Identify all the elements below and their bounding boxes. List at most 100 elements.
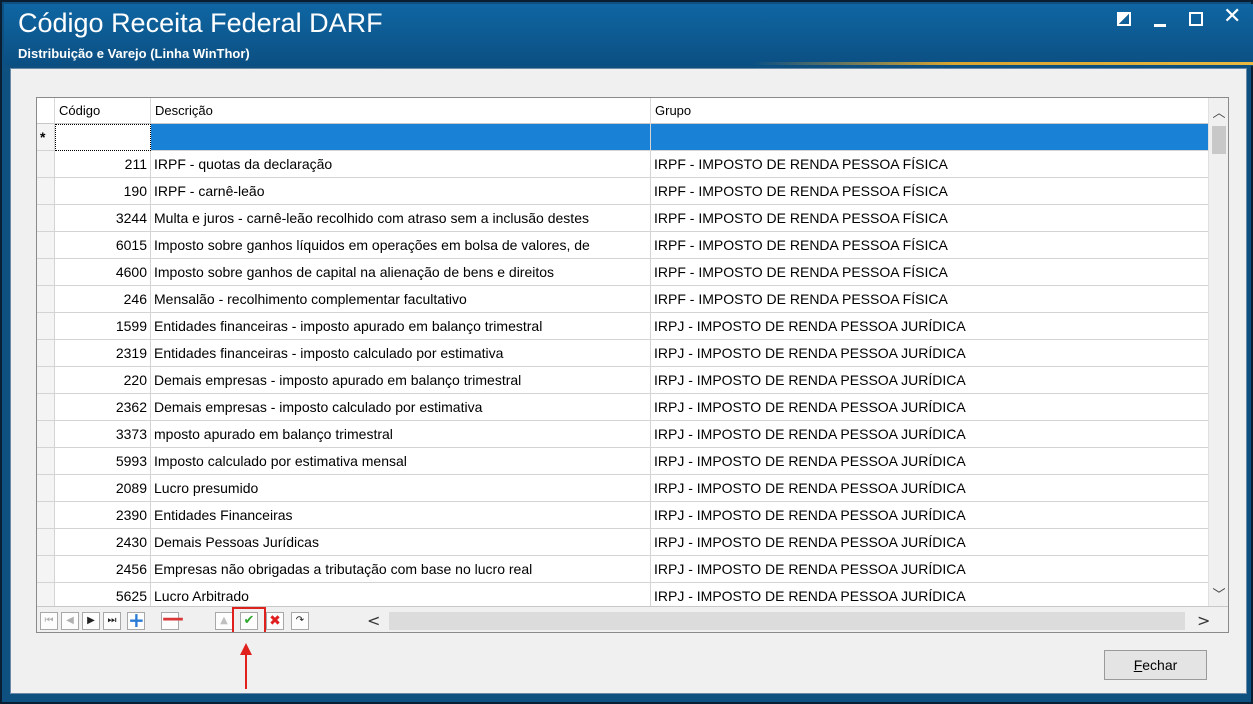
table-row[interactable]: 190 IRPF - carnê-leão IRPF - IMPOSTO DE RE…	[37, 178, 1210, 205]
grupo-cell[interactable]: IRPF - IMPOSTO DE RENDA PESSOA FÍSICA	[651, 232, 1210, 259]
table-row[interactable]: 2362 Demais empresas - imposto calculado …	[37, 394, 1210, 421]
fechar-button[interactable]: Fechar	[1104, 650, 1207, 680]
table-row[interactable]: 5993 Imposto calculado por estimativa men…	[37, 448, 1210, 475]
grupo-cell[interactable]: IRPJ - IMPOSTO DE RENDA PESSOA JURÍDICA	[651, 313, 1210, 340]
table-row[interactable]: 2430 Demais Pessoas Jurídicas IRPJ - IMPOS…	[37, 529, 1210, 556]
new-row-descricao-cell[interactable]	[151, 124, 651, 151]
grupo-cell[interactable]: IRPJ - IMPOSTO DE RENDA PESSOA JURÍDICA	[651, 394, 1210, 421]
grupo-cell[interactable]: IRPF - IMPOSTO DE RENDA PESSOA FÍSICA	[651, 286, 1210, 313]
table-row[interactable]: 211 IRPF - quotas da declaração IRPF - IMP…	[37, 151, 1210, 178]
descricao-cell[interactable]: Entidades financeiras - imposto calculad…	[151, 340, 651, 367]
minimize-button[interactable]	[1151, 10, 1169, 28]
maximize-button[interactable]	[1187, 10, 1205, 28]
table-row[interactable]: 2319 Entidades financeiras - imposto calc…	[37, 340, 1210, 367]
codigo-cell[interactable]: 1599	[55, 313, 151, 340]
row-indicator	[37, 448, 55, 475]
descricao-cell[interactable]: IRPF - quotas da declaração	[151, 151, 651, 178]
grupo-cell[interactable]: IRPJ - IMPOSTO DE RENDA PESSOA JURÍDICA	[651, 475, 1210, 502]
codigo-cell[interactable]: 2390	[55, 502, 151, 529]
table-row[interactable]: 2089 Lucro presumido IRPJ - IMPOSTO DE REN…	[37, 475, 1210, 502]
horizontal-scrollbar[interactable]	[389, 612, 1185, 630]
descricao-cell[interactable]: Multa e juros - carnê-leão recolhido com…	[151, 205, 651, 232]
vertical-scrollbar[interactable]: ︿ ﹀	[1208, 98, 1228, 608]
grid-header: Código Descrição Grupo	[37, 98, 1210, 124]
row-indicator	[37, 313, 55, 340]
codigo-cell[interactable]: 5993	[55, 448, 151, 475]
vertical-scroll-thumb[interactable]	[1212, 126, 1226, 154]
close-button[interactable]: ✕	[1223, 4, 1241, 29]
codigo-cell[interactable]: 3244	[55, 205, 151, 232]
restore-button[interactable]	[1115, 10, 1133, 28]
table-row[interactable]: 6015 Imposto sobre ganhos líquidos em ope…	[37, 232, 1210, 259]
new-row[interactable]: *	[37, 124, 1210, 151]
codigo-cell[interactable]: 246	[55, 286, 151, 313]
descricao-cell[interactable]: mposto apurado em balanço trimestral	[151, 421, 651, 448]
table-row[interactable]: 4600 Imposto sobre ganhos de capital na a…	[37, 259, 1210, 286]
codigo-cell[interactable]: 220	[55, 367, 151, 394]
table-row[interactable]: 2456 Empresas não obrigadas a tributação …	[37, 556, 1210, 583]
table-row[interactable]: 3373 mposto apurado em balanço trimestral…	[37, 421, 1210, 448]
table-row[interactable]: 3244 Multa e juros - carnê-leão recolhido…	[37, 205, 1210, 232]
descricao-cell[interactable]: Lucro presumido	[151, 475, 651, 502]
grupo-cell[interactable]: IRPJ - IMPOSTO DE RENDA PESSOA JURÍDICA	[651, 556, 1210, 583]
table-row[interactable]: 1599 Entidades financeiras - imposto apur…	[37, 313, 1210, 340]
codigo-cell[interactable]: 2089	[55, 475, 151, 502]
codigo-cell[interactable]: 2362	[55, 394, 151, 421]
grupo-cell[interactable]: IRPJ - IMPOSTO DE RENDA PESSOA JURÍDICA	[651, 340, 1210, 367]
next-record-button[interactable]: ▶	[82, 612, 100, 630]
grupo-cell[interactable]: IRPF - IMPOSTO DE RENDA PESSOA FÍSICA	[651, 259, 1210, 286]
scroll-down-icon[interactable]: ﹀	[1209, 584, 1228, 603]
grupo-cell[interactable]: IRPF - IMPOSTO DE RENDA PESSOA FÍSICA	[651, 205, 1210, 232]
codigo-cell[interactable]: 4600	[55, 259, 151, 286]
codigo-cell[interactable]: 3373	[55, 421, 151, 448]
descricao-cell[interactable]: Mensalão - recolhimento complementar fac…	[151, 286, 651, 313]
cancel-record-button[interactable]: ✖	[266, 612, 284, 630]
descricao-cell[interactable]: IRPF - carnê-leão	[151, 178, 651, 205]
insert-record-button[interactable]: +	[127, 610, 145, 630]
row-indicator	[37, 502, 55, 529]
table-row[interactable]: 2390 Entidades Financeiras IRPJ - IMPOSTO …	[37, 502, 1210, 529]
grupo-cell[interactable]: IRPJ - IMPOSTO DE RENDA PESSOA JURÍDICA	[651, 448, 1210, 475]
codigo-cell[interactable]: 2319	[55, 340, 151, 367]
codigo-cell[interactable]: 2430	[55, 529, 151, 556]
scroll-up-icon[interactable]: ︿	[1209, 102, 1228, 121]
grupo-cell[interactable]: IRPF - IMPOSTO DE RENDA PESSOA FÍSICA	[651, 178, 1210, 205]
table-row[interactable]: 220 Demais empresas - imposto apurado em …	[37, 367, 1210, 394]
grupo-cell[interactable]: IRPF - IMPOSTO DE RENDA PESSOA FÍSICA	[651, 151, 1210, 178]
scroll-right-icon[interactable]: >	[1197, 611, 1210, 630]
descricao-cell[interactable]: Demais empresas - imposto calculado por …	[151, 394, 651, 421]
column-header-grupo[interactable]: Grupo	[651, 98, 1210, 124]
last-record-button[interactable]: ⏭	[103, 612, 121, 630]
descricao-cell[interactable]: Entidades financeiras - imposto apurado …	[151, 313, 651, 340]
new-row-grupo-cell[interactable]	[651, 124, 1210, 151]
row-indicator: *	[37, 124, 55, 151]
descricao-cell[interactable]: Entidades Financeiras	[151, 502, 651, 529]
codigo-cell[interactable]: 190	[55, 178, 151, 205]
fechar-accelerator: F	[1133, 657, 1143, 673]
delete-record-button[interactable]: —	[161, 608, 184, 630]
table-row[interactable]: 246 Mensalão - recolhimento complementar …	[37, 286, 1210, 313]
refresh-button[interactable]: ↷	[291, 612, 309, 630]
scroll-left-icon[interactable]: <	[367, 611, 380, 630]
column-header-descricao[interactable]: Descrição	[151, 98, 651, 124]
descricao-cell[interactable]: Demais Pessoas Jurídicas	[151, 529, 651, 556]
edit-record-button[interactable]: ▲	[215, 612, 233, 630]
new-row-codigo-cell[interactable]	[55, 124, 151, 151]
descricao-cell[interactable]: Imposto sobre ganhos líquidos em operaçõ…	[151, 232, 651, 259]
first-record-button[interactable]: ⏮	[40, 612, 58, 630]
descricao-cell[interactable]: Demais empresas - imposto apurado em bal…	[151, 367, 651, 394]
descricao-cell[interactable]: Empresas não obrigadas a tributação com …	[151, 556, 651, 583]
grupo-cell[interactable]: IRPJ - IMPOSTO DE RENDA PESSOA JURÍDICA	[651, 502, 1210, 529]
window-subtitle: Distribuição e Varejo (Linha WinThor)	[18, 46, 250, 61]
prev-record-button[interactable]: ◀	[61, 612, 79, 630]
grupo-cell[interactable]: IRPJ - IMPOSTO DE RENDA PESSOA JURÍDICA	[651, 367, 1210, 394]
darf-grid[interactable]: Código Descrição Grupo * 211 IRPF - quota…	[36, 97, 1229, 633]
column-header-codigo[interactable]: Código	[55, 98, 151, 124]
descricao-cell[interactable]: Imposto sobre ganhos de capital na alien…	[151, 259, 651, 286]
descricao-cell[interactable]: Imposto calculado por estimativa mensal	[151, 448, 651, 475]
codigo-cell[interactable]: 6015	[55, 232, 151, 259]
grupo-cell[interactable]: IRPJ - IMPOSTO DE RENDA PESSOA JURÍDICA	[651, 421, 1210, 448]
grupo-cell[interactable]: IRPJ - IMPOSTO DE RENDA PESSOA JURÍDICA	[651, 529, 1210, 556]
codigo-cell[interactable]: 2456	[55, 556, 151, 583]
codigo-cell[interactable]: 211	[55, 151, 151, 178]
